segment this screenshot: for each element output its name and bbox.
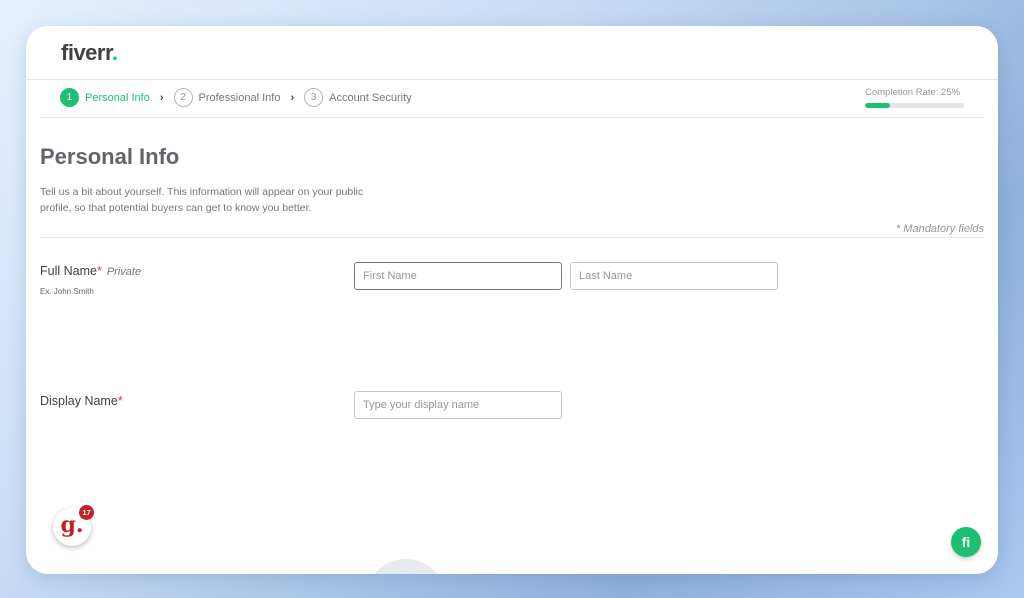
notification-count-badge: 17	[79, 505, 94, 520]
completion-progress-bar	[865, 103, 964, 108]
grammarly-badge[interactable]: g. 17	[53, 505, 94, 546]
completion-progress-fill	[865, 103, 890, 108]
steps-list: 1 Personal Info › 2 Professional Info › …	[60, 88, 412, 107]
completion-rate: Completion Rate: 25%	[865, 87, 964, 108]
page-title: Personal Info	[40, 144, 180, 169]
section-divider	[40, 237, 984, 238]
step-number: 3	[304, 88, 324, 107]
required-mark: *	[96, 264, 102, 278]
required-mark: *	[117, 394, 123, 408]
completion-label: Completion Rate: 25%	[865, 87, 961, 98]
chevron-right-icon: ›	[290, 91, 295, 104]
page-description: Tell us a bit about yourself. This infor…	[40, 186, 364, 214]
step-professional-info[interactable]: 2 Professional Info	[173, 88, 281, 107]
step-number: 1	[60, 88, 79, 107]
steps-bar: 1 Personal Info › 2 Professional Info › …	[40, 80, 984, 118]
chevron-right-icon: ›	[159, 91, 164, 104]
step-label: Account Security	[329, 91, 412, 104]
signup-window: fiverr. 1 Personal Info › 2 Professional…	[26, 26, 998, 574]
step-account-security[interactable]: 3 Account Security	[304, 88, 412, 107]
scroll-indicator	[366, 559, 446, 574]
private-tag: Private	[106, 266, 142, 278]
mandatory-note: * Mandatory fields	[895, 223, 984, 235]
first-name-input[interactable]	[354, 262, 562, 290]
full-name-label: Full Name* Private	[40, 264, 142, 278]
top-header: fiverr.	[26, 26, 998, 80]
display-name-label: Display Name*	[40, 394, 123, 408]
fiverr-help-icon[interactable]: fi	[951, 527, 981, 557]
step-label: Personal Info	[85, 91, 150, 104]
full-name-hint: Ex. John Smith	[40, 287, 94, 296]
display-name-input[interactable]	[354, 391, 562, 419]
step-label: Professional Info	[198, 91, 281, 104]
step-number: 2	[173, 88, 193, 107]
fiverr-logo[interactable]: fiverr.	[61, 40, 118, 66]
last-name-input[interactable]	[570, 262, 778, 290]
step-personal-info[interactable]: 1 Personal Info	[60, 88, 150, 107]
